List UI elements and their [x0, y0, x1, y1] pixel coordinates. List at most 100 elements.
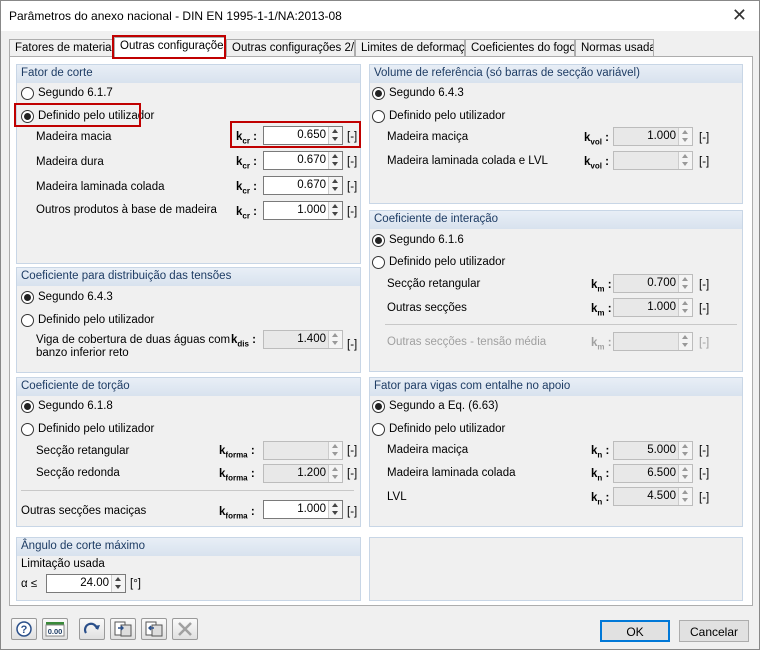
row-label: Madeira maciça	[387, 131, 469, 143]
spin-arrows-icon[interactable]	[678, 465, 692, 482]
km-avg-input[interactable]	[613, 332, 693, 351]
radio-notch-user[interactable]	[372, 423, 385, 436]
radio-label: Segundo 6.4.3	[389, 87, 464, 99]
kcr-symbol: kcr :	[236, 181, 258, 196]
kcr-glulam-input[interactable]: 0.670	[263, 176, 343, 195]
spin-arrows-icon[interactable]	[678, 442, 692, 459]
unit: [-]	[347, 445, 358, 457]
spin-arrows-icon[interactable]	[678, 152, 692, 169]
radio-interact-user[interactable]	[372, 256, 385, 269]
kn-symbol: kn :	[591, 468, 610, 483]
kcr-softwood-input[interactable]: 0.650	[263, 126, 343, 145]
spin-arrows-icon[interactable]	[328, 202, 342, 219]
unit: [-]	[347, 131, 358, 143]
radio-shear-user[interactable]	[21, 110, 34, 123]
title-bar: Parâmetros do anexo nacional - DIN EN 19…	[1, 1, 759, 31]
group-header: Coeficiente para distribuição das tensõe…	[17, 268, 360, 286]
kn-solid-input[interactable]: 5.000	[613, 441, 693, 460]
radio-torsion-user[interactable]	[21, 423, 34, 436]
row-label: Madeira macia	[36, 131, 112, 143]
group-header: Coeficiente de interação	[370, 211, 742, 229]
radio-torsion-6-1-8[interactable]	[21, 400, 34, 413]
spin-arrows-icon[interactable]	[328, 177, 342, 194]
radio-vol-user[interactable]	[372, 110, 385, 123]
alpha-input[interactable]: 24.00	[46, 574, 126, 593]
help-icon[interactable]: ?	[11, 618, 37, 640]
radio-label: Definido pelo utilizador	[38, 110, 155, 122]
kcr-hardwood-input[interactable]: 0.670	[263, 151, 343, 170]
radio-vol-6-4-3[interactable]	[372, 87, 385, 100]
unit: [-]	[699, 132, 710, 144]
kcr-symbol: kcr :	[236, 156, 258, 171]
units-icon[interactable]: 0.00	[42, 618, 68, 640]
radio-label: Segundo 6.1.6	[389, 234, 464, 246]
tab-other-settings-2[interactable]: Outras configurações 2/2	[226, 39, 355, 57]
spin-arrows-icon[interactable]	[328, 152, 342, 169]
group-header: Ângulo de corte máximo	[17, 538, 360, 556]
kvol-glulam-input[interactable]	[613, 151, 693, 170]
kforma-symbol: kforma :	[219, 506, 255, 521]
spin-arrows-icon[interactable]	[328, 127, 342, 144]
radio-notch-eq[interactable]	[372, 400, 385, 413]
radio-label: Segundo a Eq. (6.63)	[389, 400, 499, 412]
radio-shear-6-1-7[interactable]	[21, 87, 34, 100]
radio-interact-6-1-6[interactable]	[372, 234, 385, 247]
tab-other-settings[interactable]: Outras configurações	[114, 37, 226, 58]
kforma-other-input[interactable]: 1.000	[263, 500, 343, 519]
divider	[21, 490, 354, 491]
kn-glulam-input[interactable]: 6.500	[613, 464, 693, 483]
kcr-other-products-input[interactable]: 1.000	[263, 201, 343, 220]
tab-used-standards[interactable]: Normas usadas	[575, 39, 654, 57]
kvol-solid-input[interactable]: 1.000	[613, 127, 693, 146]
subtitle-label: Limitação usada	[21, 558, 105, 570]
spin-arrows-icon[interactable]	[678, 333, 692, 350]
divider	[385, 324, 737, 325]
radio-label: Definido pelo utilizador	[38, 314, 155, 326]
redo-icon[interactable]	[79, 618, 105, 640]
kn-lvl-input[interactable]: 4.500	[613, 487, 693, 506]
spin-arrows-icon[interactable]	[678, 275, 692, 292]
radio-dist-6-4-3[interactable]	[21, 291, 34, 304]
row-label: Outras secções maciças	[21, 505, 147, 517]
unit: [-]	[347, 506, 358, 518]
tab-deformation-limits[interactable]: Limites de deformação	[355, 39, 465, 57]
spin-arrows-icon[interactable]	[678, 128, 692, 145]
spin-arrows-icon[interactable]	[328, 331, 342, 348]
row-label: Viga de cobertura de duas águas com	[36, 334, 231, 346]
close-icon[interactable]: ✕	[732, 5, 747, 26]
row-label: Madeira laminada colada	[387, 467, 516, 479]
kn-symbol: kn :	[591, 492, 610, 507]
spin-arrows-icon[interactable]	[328, 442, 342, 459]
radio-dist-user[interactable]	[21, 314, 34, 327]
tab-fire-coefficients[interactable]: Coeficientes do fogo	[465, 39, 575, 57]
km-other-input[interactable]: 1.000	[613, 298, 693, 317]
unit: [-]	[699, 445, 710, 457]
km-rect-input[interactable]: 0.700	[613, 274, 693, 293]
unit: [-]	[699, 337, 710, 349]
unit: [-]	[347, 468, 358, 480]
ok-button[interactable]: OK	[600, 620, 670, 642]
window-title: Parâmetros do anexo nacional - DIN EN 19…	[9, 9, 342, 23]
spin-arrows-icon[interactable]	[111, 575, 125, 592]
cancel-button[interactable]: Cancelar	[679, 620, 749, 642]
spin-arrows-icon[interactable]	[678, 488, 692, 505]
kvol-symbol: kvol :	[584, 156, 610, 171]
kforma-round-input[interactable]: 1.200	[263, 464, 343, 483]
empty-panel	[369, 537, 743, 601]
unit: [-]	[347, 181, 358, 193]
radio-label: Definido pelo utilizador	[389, 256, 506, 268]
kforma-rect-input[interactable]	[263, 441, 343, 460]
tab-material-factors[interactable]: Fatores de materiais	[9, 39, 114, 57]
dialog-window: Parâmetros do anexo nacional - DIN EN 19…	[0, 0, 760, 650]
row-label: banzo inferior reto	[36, 347, 129, 359]
km-symbol: km :	[591, 279, 612, 294]
import-icon[interactable]	[110, 618, 136, 640]
spin-arrows-icon[interactable]	[328, 465, 342, 482]
radio-label: Segundo 6.1.7	[38, 87, 113, 99]
kdis-input[interactable]: 1.400	[263, 330, 343, 349]
spin-arrows-icon[interactable]	[328, 501, 342, 518]
export-icon[interactable]	[141, 618, 167, 640]
delete-icon[interactable]	[172, 618, 198, 640]
kcr-symbol: kcr :	[236, 206, 258, 221]
spin-arrows-icon[interactable]	[678, 299, 692, 316]
